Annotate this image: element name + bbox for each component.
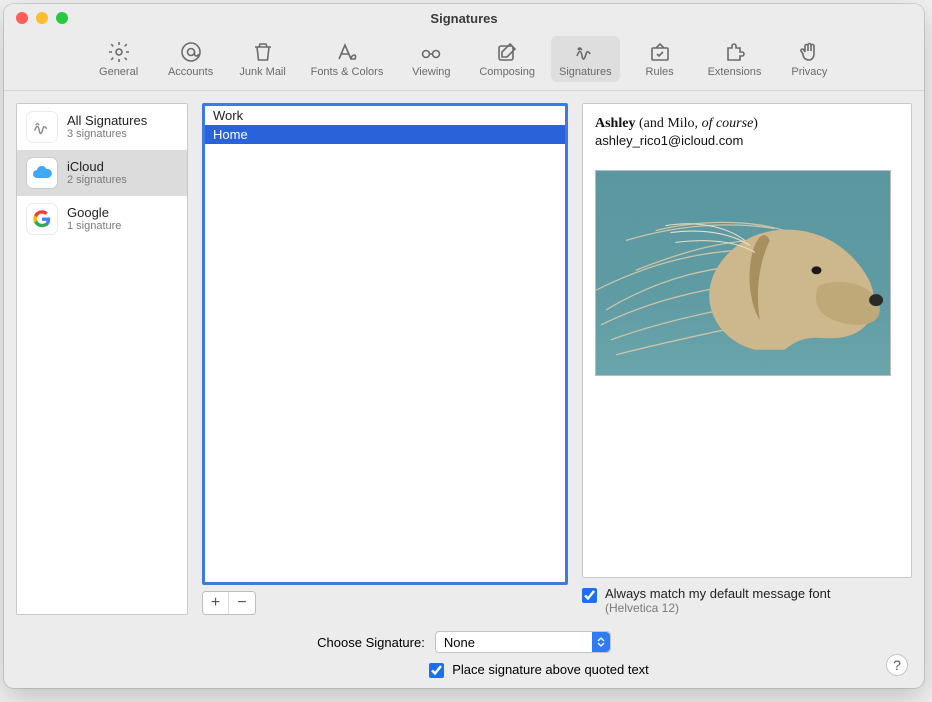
tab-rules[interactable]: Rules bbox=[628, 36, 692, 82]
tab-label: Privacy bbox=[791, 66, 827, 78]
tab-label: General bbox=[99, 66, 138, 78]
account-text: Google 1 signature bbox=[67, 205, 121, 234]
place-above-row: Place signature above quoted text bbox=[429, 661, 649, 678]
account-text: iCloud 2 signatures bbox=[67, 159, 127, 188]
choose-signature-row: Choose Signature: None bbox=[317, 631, 611, 653]
panels: All Signatures 3 signatures iCloud 2 sig… bbox=[16, 103, 912, 615]
match-font-checkbox[interactable] bbox=[582, 588, 597, 603]
account-all-signatures[interactable]: All Signatures 3 signatures bbox=[17, 104, 187, 150]
add-remove-group: + − bbox=[202, 591, 256, 615]
window-title: Signatures bbox=[430, 11, 497, 26]
all-signatures-icon bbox=[27, 112, 57, 142]
tab-extensions[interactable]: Extensions bbox=[700, 36, 770, 82]
add-signature-button[interactable]: + bbox=[203, 592, 229, 614]
tab-fonts-colors[interactable]: Fonts & Colors bbox=[303, 36, 392, 82]
select-caret-icon bbox=[592, 632, 610, 652]
signature-home[interactable]: Home bbox=[205, 125, 565, 144]
tab-label: Rules bbox=[646, 66, 674, 78]
tab-composing[interactable]: Composing bbox=[471, 36, 543, 82]
accounts-list[interactable]: All Signatures 3 signatures iCloud 2 sig… bbox=[16, 103, 188, 615]
choose-signature-select[interactable]: None bbox=[435, 631, 611, 653]
preview-column: Ashley (and Milo, of course) ashley_rico… bbox=[582, 103, 912, 615]
match-font-row: Always match my default message font (He… bbox=[582, 586, 912, 615]
icloud-icon bbox=[27, 158, 57, 188]
signature-email: ashley_rico1@icloud.com bbox=[595, 133, 899, 148]
account-count: 1 signature bbox=[67, 220, 121, 233]
signatures-column: Work Home + − bbox=[202, 103, 568, 615]
close-button[interactable] bbox=[16, 12, 28, 24]
sig-name-bold: Ashley bbox=[595, 116, 635, 131]
tab-label: Accounts bbox=[168, 66, 213, 78]
tab-privacy[interactable]: Privacy bbox=[777, 36, 841, 82]
tab-label: Fonts & Colors bbox=[311, 66, 384, 78]
trash-icon bbox=[249, 40, 277, 64]
account-name: iCloud bbox=[67, 159, 127, 175]
account-name: All Signatures bbox=[67, 113, 147, 129]
signature-preview[interactable]: Ashley (and Milo, of course) ashley_rico… bbox=[582, 103, 912, 578]
signature-work[interactable]: Work bbox=[205, 106, 565, 125]
tab-viewing[interactable]: Viewing bbox=[399, 36, 463, 82]
signature-image bbox=[595, 170, 891, 376]
choose-signature-value: None bbox=[444, 635, 475, 650]
gear-icon bbox=[105, 40, 133, 64]
signature-icon bbox=[571, 40, 599, 64]
sig-name-close: ) bbox=[753, 116, 758, 131]
account-count: 2 signatures bbox=[67, 174, 127, 187]
glasses-icon bbox=[417, 40, 445, 64]
place-above-checkbox[interactable] bbox=[429, 663, 444, 678]
match-font-text: Always match my default message font (He… bbox=[605, 586, 830, 615]
tab-label: Composing bbox=[479, 66, 535, 78]
rules-icon bbox=[646, 40, 674, 64]
help-icon: ? bbox=[893, 657, 901, 673]
account-name: Google bbox=[67, 205, 121, 221]
match-font-sub: (Helvetica 12) bbox=[605, 601, 830, 615]
zoom-button[interactable] bbox=[56, 12, 68, 24]
bottom-options: Choose Signature: None Place signature a… bbox=[16, 615, 912, 678]
tab-label: Junk Mail bbox=[239, 66, 285, 78]
tab-label: Extensions bbox=[708, 66, 762, 78]
compose-icon bbox=[493, 40, 521, 64]
minimize-button[interactable] bbox=[36, 12, 48, 24]
titlebar: Signatures bbox=[4, 4, 924, 32]
tab-signatures[interactable]: Signatures bbox=[551, 36, 620, 82]
font-icon bbox=[333, 40, 361, 64]
signature-name-line: Ashley (and Milo, of course) bbox=[595, 116, 899, 132]
tab-junk-mail[interactable]: Junk Mail bbox=[231, 36, 295, 82]
help-button[interactable]: ? bbox=[886, 654, 908, 676]
hand-icon bbox=[795, 40, 823, 64]
tab-label: Signatures bbox=[559, 66, 612, 78]
content-area: All Signatures 3 signatures iCloud 2 sig… bbox=[4, 91, 924, 688]
sig-name-italic: of course bbox=[702, 116, 754, 131]
tab-general[interactable]: General bbox=[87, 36, 151, 82]
puzzle-icon bbox=[720, 40, 748, 64]
preferences-toolbar: General Accounts Junk Mail Fonts & Color… bbox=[4, 32, 924, 91]
remove-signature-button[interactable]: − bbox=[229, 592, 255, 614]
signatures-list[interactable]: Work Home bbox=[202, 103, 568, 585]
account-google[interactable]: Google 1 signature bbox=[17, 196, 187, 242]
tab-label: Viewing bbox=[412, 66, 450, 78]
choose-signature-label: Choose Signature: bbox=[317, 635, 425, 650]
traffic-lights bbox=[16, 12, 68, 24]
match-font-label: Always match my default message font bbox=[605, 586, 830, 601]
account-icloud[interactable]: iCloud 2 signatures bbox=[17, 150, 187, 196]
google-icon bbox=[27, 204, 57, 234]
sig-name-rest: (and Milo, bbox=[635, 116, 701, 131]
at-icon bbox=[177, 40, 205, 64]
account-count: 3 signatures bbox=[67, 128, 147, 141]
place-above-label: Place signature above quoted text bbox=[452, 662, 649, 677]
tab-accounts[interactable]: Accounts bbox=[159, 36, 223, 82]
account-text: All Signatures 3 signatures bbox=[67, 113, 147, 142]
preferences-window: Signatures General Accounts Junk Mail Fo… bbox=[4, 4, 924, 688]
